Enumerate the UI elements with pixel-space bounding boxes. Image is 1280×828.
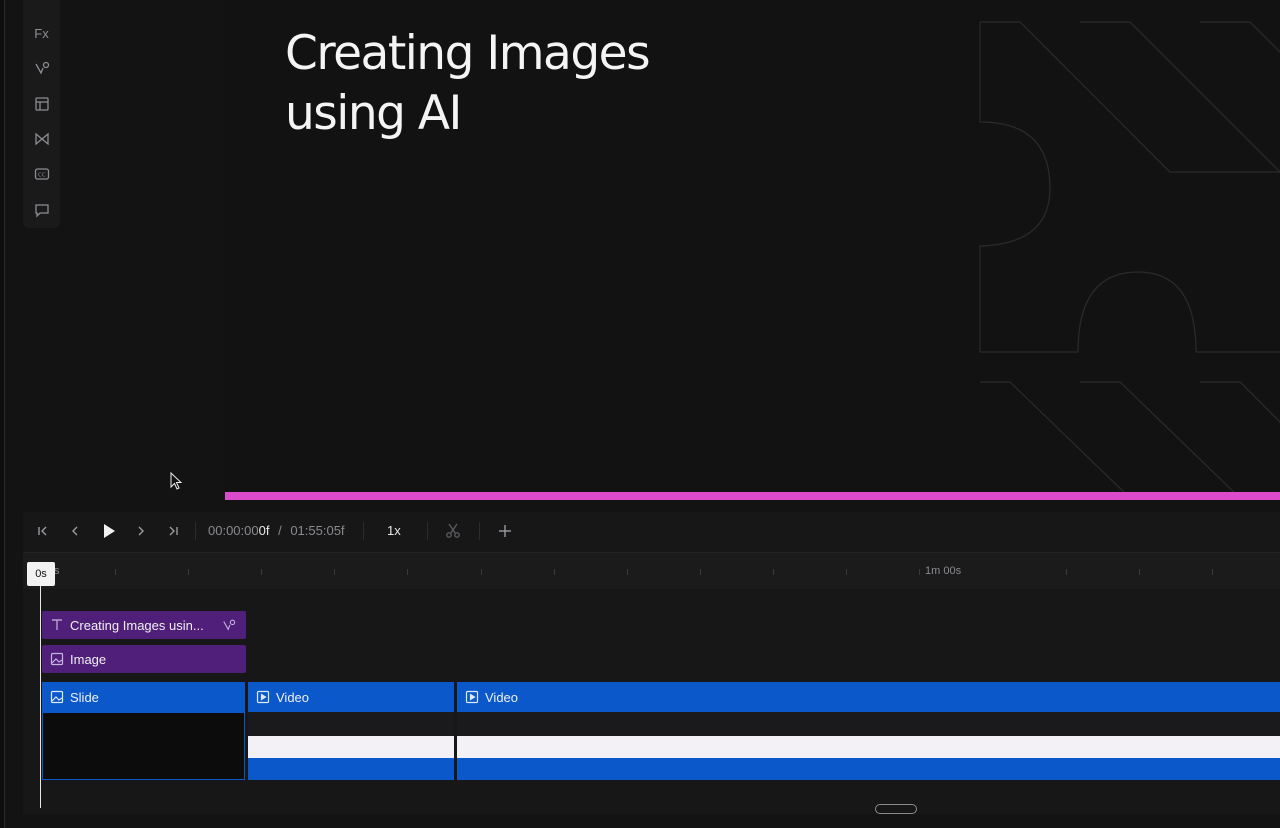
play-button[interactable] bbox=[99, 520, 119, 542]
ruler-tick bbox=[846, 569, 847, 575]
video-clip-1-label: Video bbox=[276, 689, 310, 705]
total-time: 01:55:05f bbox=[290, 523, 345, 538]
transition-icon bbox=[34, 132, 49, 146]
timeline-panel: 00:00:000f / 01:55:05f 1x s 1m 00s 0s Cr… bbox=[23, 512, 1280, 814]
ruler-tick bbox=[773, 569, 774, 575]
slide-clip[interactable]: Slide bbox=[42, 682, 245, 712]
next-frame-button[interactable] bbox=[133, 520, 149, 542]
ruler-tick bbox=[334, 569, 335, 575]
layout-icon bbox=[34, 97, 49, 111]
preview-stage: Creating Images using AI bbox=[225, 0, 1280, 492]
timeline-ruler[interactable]: s 1m 00s bbox=[23, 552, 1280, 589]
ruler-tick bbox=[1066, 569, 1067, 575]
text-clip[interactable]: Creating Images usin... bbox=[42, 611, 246, 639]
skip-end-icon bbox=[169, 526, 178, 536]
comment-button[interactable] bbox=[23, 196, 60, 224]
previous-frame-button[interactable] bbox=[67, 520, 83, 542]
effects-button[interactable]: Fx bbox=[23, 19, 60, 47]
animation-button[interactable] bbox=[23, 54, 60, 82]
ruler-tick bbox=[1139, 569, 1140, 575]
ruler-tick bbox=[188, 569, 189, 575]
video-clip-2-label: Video bbox=[485, 689, 519, 705]
audio-waveform bbox=[457, 758, 1280, 780]
ruler-tick bbox=[407, 569, 408, 575]
skip-to-end-button[interactable] bbox=[165, 520, 181, 542]
left-tool-rail: Fx CC bbox=[23, 0, 60, 228]
slide-title: Creating Images using AI bbox=[285, 26, 651, 141]
animation-icon bbox=[34, 61, 49, 75]
video-icon bbox=[256, 690, 270, 704]
layout-button[interactable] bbox=[23, 90, 60, 118]
ruler-tick bbox=[481, 569, 482, 575]
video-clip-2[interactable]: Video bbox=[457, 682, 1280, 712]
animation-icon bbox=[223, 619, 236, 631]
time-readout: 00:00:000f / 01:55:05f bbox=[208, 523, 345, 538]
image-icon bbox=[50, 652, 64, 666]
split-button[interactable] bbox=[443, 520, 463, 542]
plus-icon bbox=[499, 525, 511, 537]
ruler-tick bbox=[1212, 569, 1213, 575]
ruler-tick bbox=[261, 569, 262, 575]
toolbar-divider bbox=[363, 522, 364, 540]
ruler-mid-label: 1m 00s bbox=[925, 565, 962, 577]
decorative-pattern bbox=[979, 21, 1280, 492]
ruler-tick bbox=[627, 569, 628, 575]
playback-progress-fill bbox=[225, 492, 1280, 500]
video-thumbnail-strip bbox=[248, 712, 454, 736]
svg-text:CC: CC bbox=[38, 173, 46, 179]
play-icon bbox=[104, 524, 115, 538]
current-time: 00:00:000f bbox=[208, 523, 270, 538]
add-track-button[interactable] bbox=[495, 520, 515, 542]
toolbar-divider bbox=[195, 522, 196, 540]
timeline-scroll-handle[interactable] bbox=[875, 804, 917, 814]
slide-clip-label: Slide bbox=[70, 689, 99, 705]
skip-start-icon bbox=[38, 526, 47, 536]
ruler-tick bbox=[115, 569, 116, 575]
ruler-tick bbox=[919, 569, 920, 575]
video-icon bbox=[465, 690, 479, 704]
image-icon bbox=[50, 690, 64, 704]
chevron-left-icon bbox=[72, 526, 78, 536]
chevron-right-icon bbox=[138, 526, 144, 536]
playback-progress-bar[interactable] bbox=[225, 492, 1280, 500]
captions-button[interactable]: CC bbox=[23, 160, 60, 188]
video-clip-2-body bbox=[457, 712, 1280, 780]
video-clip-1-body bbox=[248, 712, 454, 780]
toolbar-divider bbox=[427, 522, 428, 540]
effects-label: Fx bbox=[34, 25, 49, 41]
text-clip-label: Creating Images usin... bbox=[70, 617, 204, 633]
playhead-handle[interactable]: 0s bbox=[27, 562, 55, 586]
toolbar-divider bbox=[479, 522, 480, 540]
ruler-tick bbox=[700, 569, 701, 575]
playhead-line bbox=[40, 586, 41, 808]
skip-to-start-button[interactable] bbox=[35, 520, 51, 542]
image-clip[interactable]: Image bbox=[42, 645, 246, 673]
captions-icon: CC bbox=[34, 168, 49, 180]
video-track-band bbox=[248, 736, 454, 758]
image-clip-label: Image bbox=[70, 651, 107, 667]
mouse-cursor-icon bbox=[170, 472, 183, 490]
video-clip-1[interactable]: Video bbox=[248, 682, 454, 712]
ruler-tick bbox=[554, 569, 555, 575]
video-thumbnail-strip bbox=[457, 712, 1280, 736]
video-track-band bbox=[457, 736, 1280, 758]
playback-speed-button[interactable]: 1x bbox=[387, 523, 401, 538]
text-icon bbox=[52, 619, 62, 630]
audio-waveform bbox=[248, 758, 454, 780]
comment-icon bbox=[34, 204, 49, 218]
transition-button[interactable] bbox=[23, 125, 60, 153]
time-separator: / bbox=[278, 523, 282, 538]
scissors-icon bbox=[446, 523, 460, 538]
slide-clip-body bbox=[42, 712, 245, 780]
timeline-toolbar: 00:00:000f / 01:55:05f 1x bbox=[23, 512, 1280, 550]
